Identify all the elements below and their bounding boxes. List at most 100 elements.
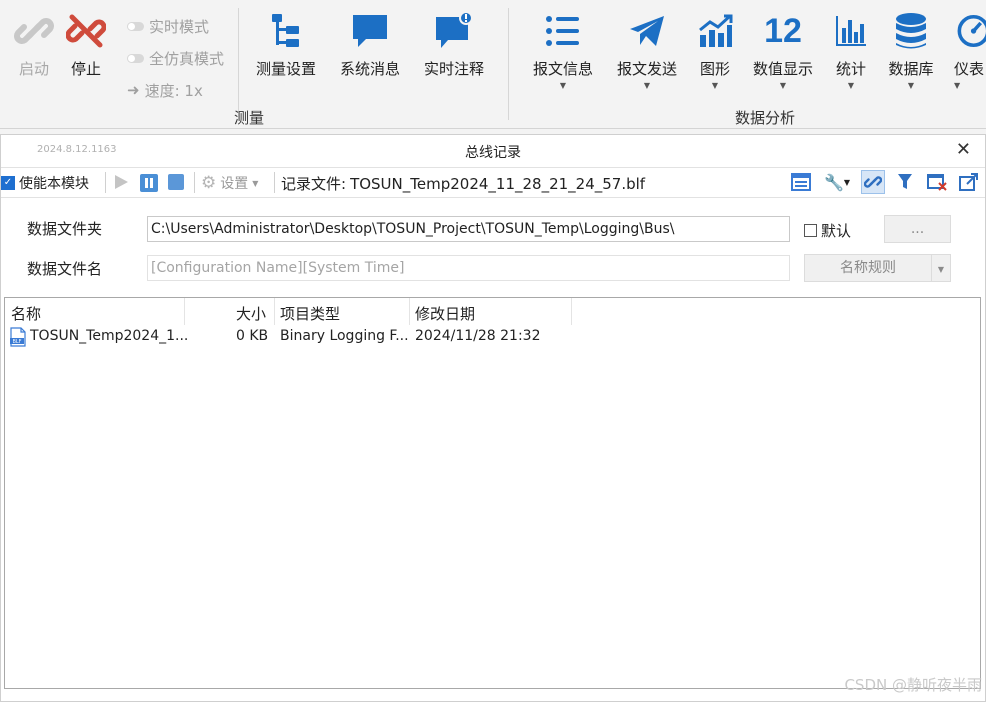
database-button[interactable]: 数据库 ▼ — [884, 8, 938, 91]
table-layout-icon — [791, 173, 811, 191]
speed-control[interactable]: ➜ 速度: 1x — [127, 74, 224, 106]
toggle-icon — [127, 53, 144, 63]
arrow-right-icon: ➜ — [127, 81, 140, 99]
realtime-mode-label: 实时模式 — [149, 17, 210, 36]
analysis-group-label: 数据分析 — [735, 109, 796, 127]
toolbar-right-tools: 🔧 ▼ — [789, 170, 981, 194]
checkbox-unchecked-icon — [804, 224, 817, 237]
ribbon-divider — [238, 8, 239, 120]
realtime-mode-toggle[interactable]: 实时模式 — [127, 10, 224, 42]
play-button[interactable] — [113, 174, 129, 190]
col-header-date[interactable]: 修改日期 — [415, 303, 475, 324]
simulation-mode-toggle[interactable]: 全仿真模式 — [127, 42, 224, 74]
measure-settings-label: 测量设置 — [255, 60, 316, 78]
layout-button[interactable] — [789, 170, 813, 194]
chevron-down-icon: ▼ — [559, 81, 567, 90]
svg-text:BLF: BLF — [12, 339, 21, 345]
close-icon[interactable]: ✕ — [956, 139, 971, 160]
col-header-name[interactable]: 名称 — [11, 303, 41, 324]
panel-titlebar: 2024.8.12.1163 总线记录 ✕ — [1, 135, 985, 168]
database-icon — [884, 8, 938, 54]
gear-icon: ⚙ — [201, 173, 217, 193]
record-file-display: 记录文件: TOSUN_Temp2024_11_28_21_24_57.blf — [281, 173, 645, 194]
filename-label: 数据文件名 — [27, 260, 103, 278]
chevron-down-icon: ▼ — [643, 81, 651, 90]
col-header-type[interactable]: 项目类型 — [280, 303, 340, 324]
measure-group-label: 测量 — [234, 109, 265, 127]
export-button[interactable] — [957, 170, 981, 194]
checkbox-checked-icon: ✓ — [1, 176, 15, 190]
blf-file-icon: BLF — [9, 327, 27, 351]
database-label: 数据库 — [888, 60, 934, 78]
chevron-down-icon: ▼ — [711, 81, 719, 90]
naming-rule-dropdown[interactable]: ▼ — [931, 254, 951, 282]
statistics-button[interactable]: 统计 ▼ — [830, 8, 872, 91]
system-messages-button[interactable]: 系统消息 — [334, 8, 406, 79]
toolbar-divider — [194, 172, 195, 193]
unlink-icon — [64, 8, 108, 54]
clear-window-button[interactable] — [925, 170, 949, 194]
default-label: 默认 — [821, 222, 852, 240]
gauge-button[interactable]: 仪表 ▼ — [954, 8, 986, 91]
browse-button[interactable]: ... — [884, 215, 951, 243]
ribbon: 启动 停止 实时模式 全仿真模式 ➜ 速度: 1x 测量设置 系统消息 实时注释… — [0, 0, 986, 129]
bus-logging-panel: 2024.8.12.1163 总线记录 ✕ ✓ 使能本模块 ⚙ 设置 ▼ 记录文… — [0, 134, 986, 702]
watermark: CSDN @静听夜半雨 — [844, 676, 982, 694]
pause-icon — [140, 174, 158, 192]
default-checkbox[interactable]: 默认 — [804, 220, 851, 241]
chat-icon — [334, 8, 406, 54]
enable-module-label: 使能本模块 — [19, 176, 89, 192]
naming-rule-button[interactable]: 名称规则 — [804, 254, 932, 282]
speed-label: 速度: 1x — [144, 81, 203, 100]
graphics-button[interactable]: 图形 ▼ — [694, 8, 736, 91]
start-button[interactable]: 启动 — [12, 8, 56, 79]
wrench-icon: 🔧 — [823, 172, 844, 192]
filter-button[interactable] — [893, 170, 917, 194]
chevron-down-icon: ▼ — [843, 177, 851, 187]
col-header-size[interactable]: 大小 — [236, 303, 266, 324]
simulation-mode-label: 全仿真模式 — [149, 49, 225, 68]
realtime-annotation-label: 实时注释 — [423, 60, 484, 78]
chevron-down-icon: ▼ — [954, 81, 961, 90]
stop-record-button[interactable] — [168, 174, 184, 190]
link-icon — [864, 176, 882, 188]
record-file-label: 记录文件: — [281, 175, 347, 193]
realtime-annotation-button[interactable]: 实时注释 — [418, 8, 490, 79]
send-icon — [612, 8, 682, 54]
tools-dropdown[interactable]: 🔧 ▼ — [821, 170, 853, 194]
message-info-button[interactable]: 报文信息 ▼ — [528, 8, 598, 91]
filename-input[interactable]: [Configuration Name][System Time] — [147, 255, 790, 281]
column-divider[interactable] — [274, 298, 275, 325]
file-list: 名称 大小 项目类型 修改日期 BLF TOSUN_Temp2024_1... … — [4, 297, 981, 689]
message-send-button[interactable]: 报文发送 ▼ — [612, 8, 682, 91]
folder-input[interactable]: C:\Users\Administrator\Desktop\TOSUN_Pro… — [147, 216, 790, 242]
play-icon — [115, 175, 128, 189]
toolbar-divider — [274, 172, 275, 193]
export-icon — [959, 173, 978, 191]
ribbon-divider — [508, 8, 509, 120]
stop-label: 停止 — [70, 60, 101, 78]
close-window-icon — [927, 174, 947, 191]
statistics-label: 统计 — [835, 60, 866, 78]
stop-button[interactable]: 停止 — [64, 8, 108, 79]
column-divider[interactable] — [571, 298, 572, 325]
folder-label: 数据文件夹 — [27, 220, 103, 238]
measure-settings-button[interactable]: 测量设置 — [250, 8, 322, 79]
settings-form: 数据文件夹 C:\Users\Administrator\Desktop\TOS… — [1, 198, 985, 298]
enable-module-checkbox[interactable]: ✓ 使能本模块 — [1, 173, 89, 193]
mode-list: 实时模式 全仿真模式 ➜ 速度: 1x — [127, 10, 224, 106]
toolbar-divider — [105, 172, 106, 193]
file-name: TOSUN_Temp2024_1... — [30, 328, 189, 344]
link-toggle[interactable] — [861, 170, 885, 194]
chevron-down-icon: ▼ — [779, 81, 787, 90]
column-divider[interactable] — [409, 298, 410, 325]
settings-dropdown[interactable]: ⚙ 设置 ▼ — [201, 173, 258, 193]
table-row[interactable]: BLF TOSUN_Temp2024_1... 0 KB Binary Logg… — [5, 325, 980, 349]
panel-title: 总线记录 — [465, 145, 521, 161]
column-divider[interactable] — [184, 298, 185, 325]
link-icon — [12, 8, 56, 54]
message-info-label: 报文信息 — [532, 60, 593, 78]
value-display-button[interactable]: 12 数值显示 ▼ — [748, 8, 818, 91]
pause-button[interactable] — [140, 174, 158, 192]
panel-toolbar: ✓ 使能本模块 ⚙ 设置 ▼ 记录文件: TOSUN_Temp2024_11_2… — [1, 168, 985, 198]
